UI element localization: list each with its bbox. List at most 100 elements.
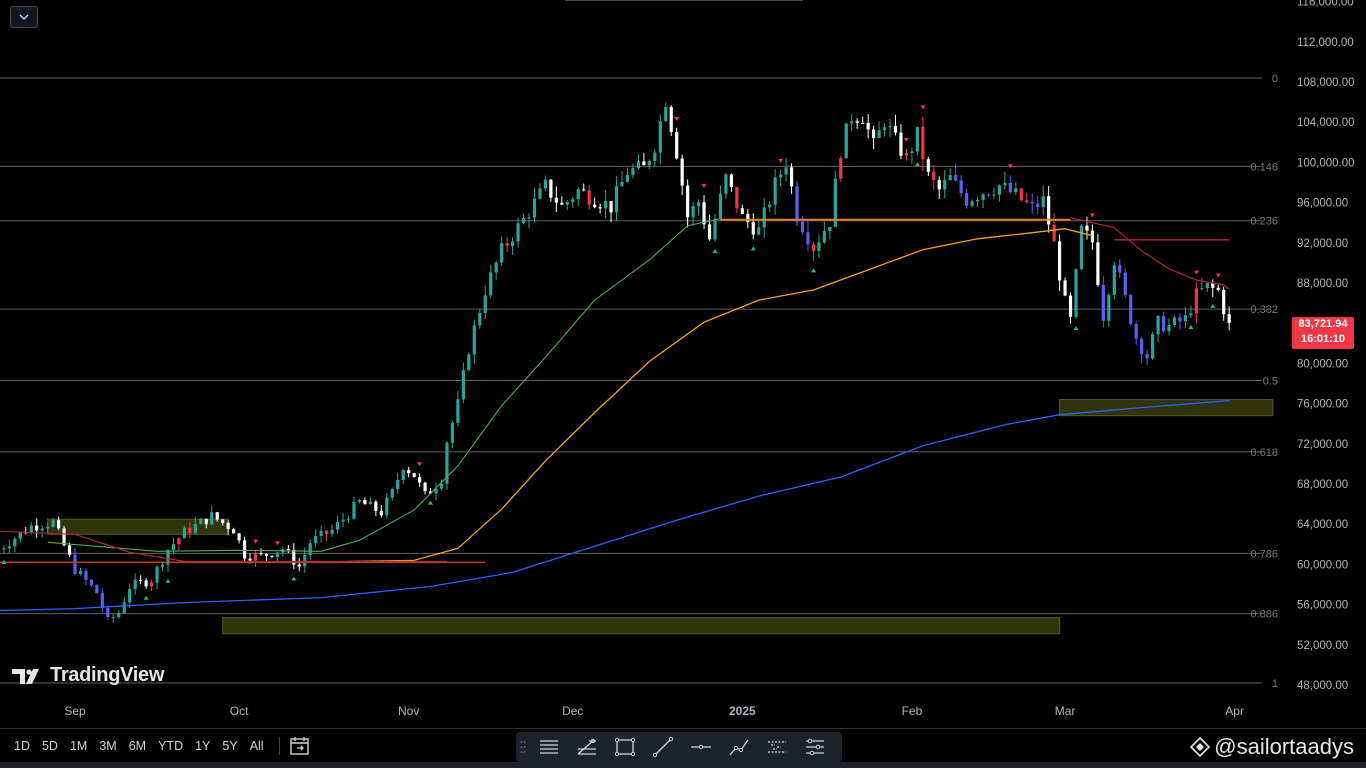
candle-body xyxy=(603,200,608,209)
candle-body xyxy=(691,206,695,218)
timeframe-all[interactable]: All xyxy=(244,737,270,755)
candle-body xyxy=(1129,294,1133,324)
candle-body xyxy=(893,125,898,133)
object-settings-tool[interactable] xyxy=(796,732,834,762)
candle-body xyxy=(565,201,569,205)
candle-body xyxy=(325,530,329,534)
timeframe-1m[interactable]: 1M xyxy=(64,737,93,755)
x-tick-label: Oct xyxy=(230,704,249,718)
current-price-tag: 83,721.94 16:01:10 xyxy=(1292,317,1354,349)
rectangle-icon xyxy=(614,737,636,757)
timeframe-ytd[interactable]: YTD xyxy=(152,737,189,755)
candle-body xyxy=(1058,241,1062,281)
rectangle-tool[interactable] xyxy=(606,732,644,762)
candle-body xyxy=(78,571,83,574)
candle-body xyxy=(560,202,564,205)
candle-body xyxy=(374,501,378,511)
collapse-button[interactable] xyxy=(10,6,38,28)
candle-body xyxy=(1222,289,1226,315)
candle-body xyxy=(56,520,61,529)
candle-body xyxy=(582,189,586,191)
x-tick-label: Dec xyxy=(562,704,583,718)
candle-body xyxy=(751,222,755,235)
grip-icon xyxy=(520,741,526,753)
candle-body xyxy=(538,188,542,199)
candle-body xyxy=(855,121,859,123)
candle-body xyxy=(680,158,684,186)
y-tick-label: 72,000.00 xyxy=(1297,439,1348,451)
date-range-button[interactable] xyxy=(289,736,311,756)
candle-body xyxy=(1107,294,1111,321)
candle-body xyxy=(84,571,88,580)
candle-body xyxy=(1085,225,1089,231)
candle-body xyxy=(1205,282,1209,289)
candle-body xyxy=(264,553,269,556)
candle-body xyxy=(346,518,351,520)
y-tick-label: 108,000.00 xyxy=(1297,77,1355,89)
timeframe-6m[interactable]: 6M xyxy=(123,737,152,755)
buy-signal-marker xyxy=(1188,324,1194,329)
parallel-channel-tool[interactable] xyxy=(530,732,568,762)
candle-body xyxy=(13,538,17,547)
x-tick-label: 2025 xyxy=(729,704,756,718)
settings-lines-icon xyxy=(806,738,824,756)
timeframe-3m[interactable]: 3M xyxy=(93,737,122,755)
sell-signal-marker xyxy=(920,105,926,110)
buy-signal-marker xyxy=(143,595,149,600)
candle-body xyxy=(757,227,761,235)
candle-body xyxy=(970,201,974,206)
horizontal-line-tool[interactable] xyxy=(682,732,720,762)
buy-signal-marker xyxy=(750,246,756,251)
trend-line-tool[interactable] xyxy=(644,732,682,762)
candle-body xyxy=(1140,338,1144,355)
candle-body xyxy=(2,548,6,550)
candle-body xyxy=(139,579,143,581)
candle-body xyxy=(614,186,619,213)
candle-body xyxy=(593,204,597,208)
candle-body xyxy=(872,129,876,139)
path-icon xyxy=(729,739,749,756)
sell-signal-marker xyxy=(253,539,259,544)
candle-body xyxy=(1183,315,1188,322)
timeframe-1y[interactable]: 1Y xyxy=(189,737,216,755)
candle-body xyxy=(308,543,312,555)
candle-body xyxy=(631,168,635,175)
candle-body xyxy=(18,532,22,539)
timeframe-5d[interactable]: 5D xyxy=(36,737,64,755)
candle-body xyxy=(494,262,498,273)
candle-body xyxy=(314,536,318,544)
timeframe-1d[interactable]: 1D xyxy=(8,737,36,755)
candle-body xyxy=(1008,182,1012,193)
fib-label-0: 0 xyxy=(1272,73,1278,85)
candle-body xyxy=(943,180,947,190)
candle-body xyxy=(160,564,165,567)
candle-body xyxy=(1052,224,1056,242)
path-tool[interactable] xyxy=(720,732,758,762)
candle-body xyxy=(111,617,115,619)
candle-body xyxy=(779,174,783,178)
candle-body xyxy=(653,152,657,162)
candle-body xyxy=(543,179,548,189)
fib-tool[interactable] xyxy=(568,732,606,762)
y-tick-label: 60,000.00 xyxy=(1297,559,1348,571)
candle-body xyxy=(456,399,460,423)
x-tick-label: Feb xyxy=(902,704,923,718)
bottom-strip xyxy=(0,762,1366,768)
candle-body xyxy=(516,223,520,242)
timeframe-5y[interactable]: 5Y xyxy=(216,737,243,755)
candle-body xyxy=(675,131,679,159)
candle-body xyxy=(713,218,717,240)
candle-body xyxy=(915,126,919,152)
measure-tool[interactable] xyxy=(758,732,796,762)
candle-body xyxy=(483,295,487,313)
candle-body xyxy=(439,483,444,489)
price-chart[interactable]: 0 0.146 0.236 0.382 0.5 0.618 0.786 0.886 1 48,00… xyxy=(0,0,1366,726)
candle-body xyxy=(532,198,537,218)
buy-signal-marker xyxy=(1073,326,1079,331)
ma-red-late xyxy=(1070,217,1230,290)
buy-signal-marker xyxy=(810,268,816,273)
y-tick-label: 100,000.00 xyxy=(1297,157,1355,169)
candle-body xyxy=(986,194,991,196)
sell-signal-marker xyxy=(701,184,707,189)
drag-handle[interactable] xyxy=(516,732,530,762)
